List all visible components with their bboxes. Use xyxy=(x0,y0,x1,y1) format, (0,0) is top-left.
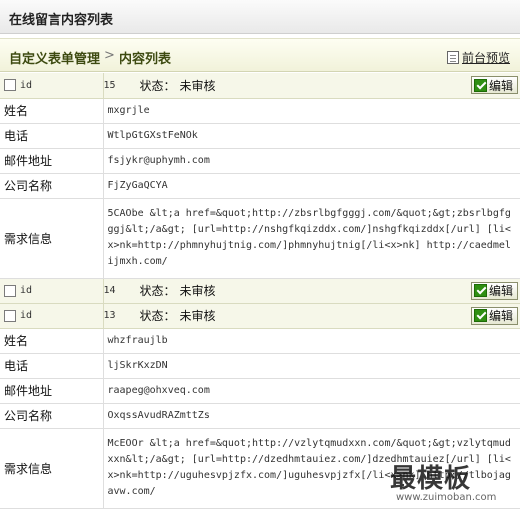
status-value: 未审核 xyxy=(179,78,216,93)
frontend-preview-label[interactable]: 前台预览 xyxy=(462,49,510,66)
status-value: 未审核 xyxy=(179,309,216,323)
edit-label: 编辑 xyxy=(488,309,513,323)
chevron-right-icon: > xyxy=(104,48,115,63)
id-label: id xyxy=(20,285,33,296)
field-label: 邮件地址 xyxy=(0,148,104,174)
field-value-name: mxgrjle xyxy=(103,98,520,124)
watermark-logo: 最模板 xyxy=(390,464,472,494)
edit-label: 编辑 xyxy=(488,284,513,298)
check-icon xyxy=(473,309,487,322)
field-row-request: 需求信息 5CAObe &lt;a href=&quot;http://zbsr… xyxy=(0,198,520,279)
record-checkbox[interactable] xyxy=(4,284,16,297)
frontend-preview-link[interactable]: 前台预览 xyxy=(446,49,510,66)
field-value-company: FjZyGaQCYA xyxy=(103,173,520,199)
field-row-company: 公司名称 FjZyGaQCYA xyxy=(0,173,520,199)
check-icon xyxy=(473,78,487,92)
field-row-name: 姓名 mxgrjle xyxy=(0,98,520,124)
status-label: 状态： xyxy=(139,78,176,93)
record-header-row: id 14 状态： 未审核 编辑 xyxy=(0,278,520,304)
field-label: 公司名称 xyxy=(0,403,104,429)
field-label: 电话 xyxy=(0,353,104,379)
record-status: 状态： 未审核 xyxy=(140,77,216,94)
field-value-email: fsjykr@uphymh.com xyxy=(103,148,520,174)
id-label: id xyxy=(20,79,33,91)
field-value-request: 5CAObe &lt;a href=&quot;http://zbsrlbgfg… xyxy=(103,198,520,279)
field-value-email: raapeg@ohxveq.com xyxy=(103,378,520,404)
field-label: 需求信息 xyxy=(0,428,104,509)
field-label: 姓名 xyxy=(0,98,104,124)
record-id: 14 xyxy=(103,285,116,296)
edit-button[interactable]: 编辑 xyxy=(470,76,518,95)
record-id: 13 xyxy=(103,310,116,321)
field-row-email: 邮件地址 fsjykr@uphymh.com xyxy=(0,148,520,174)
field-row-phone: 电话 ljSkrKxzDN xyxy=(0,353,520,379)
breadcrumb: 自定义表单管理 > 内容列表 前台预览 xyxy=(0,38,520,72)
page-header: 在线留言内容列表 xyxy=(0,0,520,34)
check-icon xyxy=(473,284,487,297)
field-value-phone: ljSkrKxzDN xyxy=(103,353,520,379)
field-value-name: whzfraujlb xyxy=(103,328,520,354)
field-label: 需求信息 xyxy=(0,198,104,279)
record-id: 15 xyxy=(103,79,116,91)
record-header-row: id 13 状态： 未审核 编辑 xyxy=(0,303,520,329)
field-label: 公司名称 xyxy=(0,173,104,199)
edit-button[interactable]: 编辑 xyxy=(470,281,518,300)
breadcrumb-content-list: 内容列表 xyxy=(119,52,172,67)
status-label: 状态： xyxy=(139,309,176,323)
field-value-phone: WtlpGtGXstFeNOk xyxy=(103,123,520,149)
status-label: 状态： xyxy=(139,284,176,298)
record-status: 状态： 未审核 xyxy=(140,307,216,324)
field-label: 邮件地址 xyxy=(0,378,104,404)
watermark-url: www.zuimoban.com xyxy=(396,492,497,503)
message-table: id 15 状态： 未审核 编辑 姓名 mxgrjle 电话 WtlpGtGXst… xyxy=(0,73,520,509)
field-row-phone: 电话 WtlpGtGXstFeNOk xyxy=(0,123,520,149)
id-label: id xyxy=(20,310,33,321)
field-row-email: 邮件地址 raapeg@ohxveq.com xyxy=(0,378,520,404)
field-row-company: 公司名称 OxqssAvudRAZmttZs xyxy=(0,403,520,429)
document-icon xyxy=(446,51,459,64)
record-status: 状态： 未审核 xyxy=(140,282,216,299)
edit-button[interactable]: 编辑 xyxy=(470,306,518,325)
record-checkbox[interactable] xyxy=(4,309,16,322)
record-header-row: id 15 状态： 未审核 编辑 xyxy=(0,73,520,99)
field-label: 姓名 xyxy=(0,328,104,354)
record-checkbox[interactable] xyxy=(4,79,16,92)
field-value-company: OxqssAvudRAZmttZs xyxy=(103,403,520,429)
page-title: 在线留言内容列表 xyxy=(9,13,114,28)
breadcrumb-form-management[interactable]: 自定义表单管理 xyxy=(9,48,100,67)
field-row-name: 姓名 whzfraujlb xyxy=(0,328,520,354)
status-value: 未审核 xyxy=(179,284,216,298)
edit-label: 编辑 xyxy=(488,78,513,93)
field-label: 电话 xyxy=(0,123,104,149)
